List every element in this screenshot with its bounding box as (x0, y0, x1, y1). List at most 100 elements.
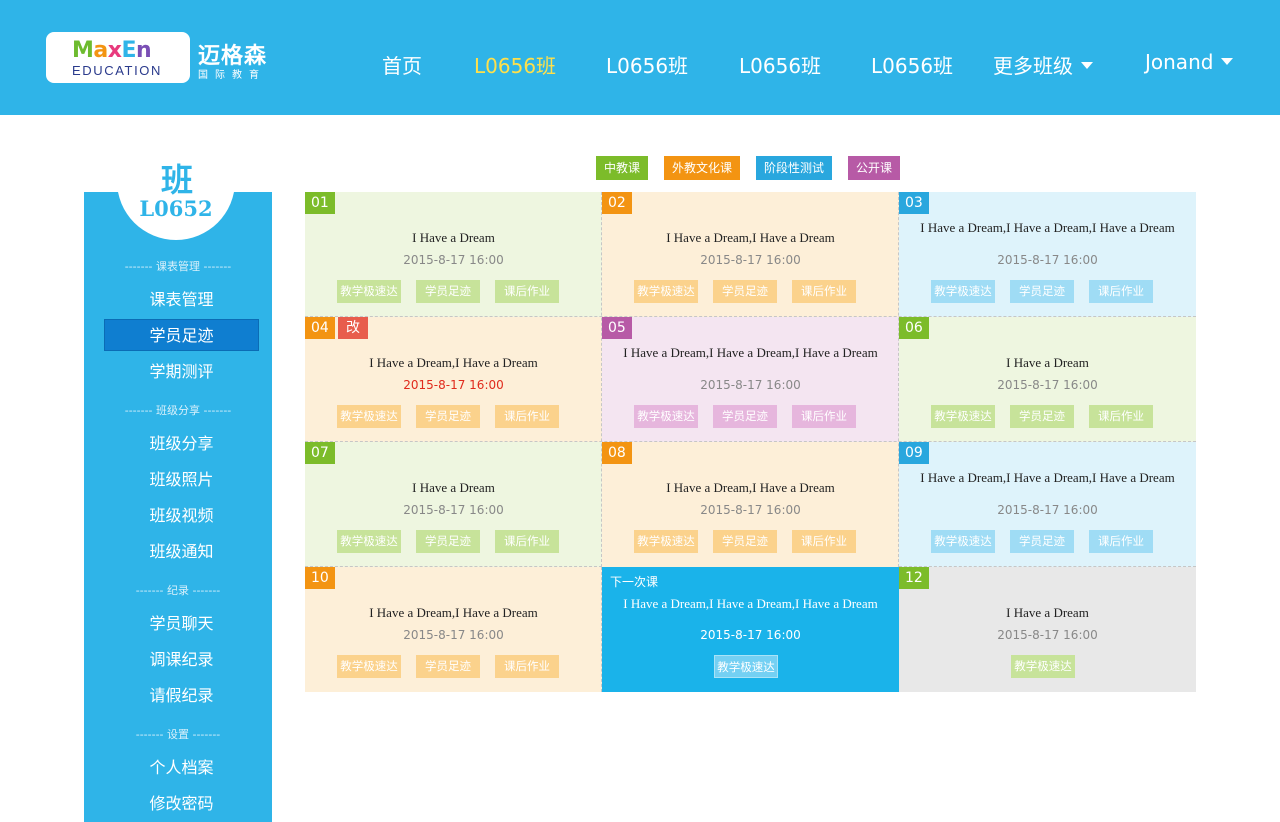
sidebar-section-title: ------- 设置 ------- (135, 728, 221, 741)
logo-letter: a (93, 38, 108, 63)
lesson-title: I Have a Dream (412, 480, 495, 495)
homework-button[interactable]: 课后作业 (495, 530, 559, 553)
sidebar-item-evaluation[interactable]: 学期测评 (104, 356, 259, 388)
chevron-down-icon (1081, 62, 1093, 69)
lesson-card[interactable]: 05 I Have a Dream,I Have a Dream,I Have … (602, 317, 899, 442)
student-footprint-button[interactable]: 学员足迹 (1010, 530, 1074, 553)
student-footprint-button[interactable]: 学员足迹 (713, 405, 777, 428)
speed-teaching-button[interactable]: 教学极速达 (634, 280, 698, 303)
student-footprint-button[interactable]: 学员足迹 (713, 280, 777, 303)
sidebar-item-footprint[interactable]: 学员足迹 (104, 319, 259, 351)
legend-stage-test: 阶段性测试 (756, 156, 833, 180)
nav-user-menu[interactable]: Jonand (1145, 50, 1234, 74)
sidebar-item-password[interactable]: 修改密码 (104, 788, 259, 820)
speed-teaching-button[interactable]: 教学极速达 (337, 405, 401, 428)
sidebar-item-profile[interactable]: 个人档案 (104, 752, 259, 784)
chevron-down-icon (1221, 58, 1234, 65)
sidebar-item-schedule[interactable]: 课表管理 (104, 284, 259, 316)
student-footprint-button[interactable]: 学员足迹 (1010, 405, 1074, 428)
lesson-card[interactable]: 06 I Have a Dream 2015-8-17 16:00 教学极速达 … (899, 317, 1196, 442)
lesson-card[interactable]: 07 I Have a Dream 2015-8-17 16:00 教学极速达 … (305, 442, 602, 567)
homework-button[interactable]: 课后作业 (1089, 405, 1153, 428)
legend-foreign-culture-class: 外教文化课 (664, 156, 741, 180)
speed-teaching-button[interactable]: 教学极速达 (931, 530, 995, 553)
grid-divider (898, 192, 899, 567)
user-name: Jonand (1145, 50, 1214, 74)
homework-button[interactable]: 课后作业 (495, 405, 559, 428)
student-footprint-button[interactable]: 学员足迹 (416, 655, 480, 678)
lesson-date: 2015-8-17 16:00 (700, 253, 801, 267)
logo[interactable]: MaxEn EDUCATION (46, 32, 190, 83)
lesson-card[interactable]: 01 I Have a Dream 2015-8-17 16:00 教学极速达 … (305, 192, 602, 317)
grid-divider (305, 316, 1196, 317)
speed-teaching-button[interactable]: 教学极速达 (634, 405, 698, 428)
lesson-card[interactable]: 09 I Have a Dream,I Have a Dream,I Have … (899, 442, 1196, 567)
nav-home[interactable]: 首页 (382, 50, 422, 79)
logo-letter: n (136, 38, 152, 63)
lesson-title: I Have a Dream,I Have a Dream,I Have a D… (920, 470, 1175, 485)
lesson-card[interactable]: 10 I Have a Dream,I Have a Dream 2015-8-… (305, 567, 602, 692)
nav-class-1[interactable]: L0656班 (474, 50, 556, 79)
speed-teaching-button[interactable]: 教学极速达 (337, 280, 401, 303)
student-footprint-button[interactable]: 学员足迹 (1010, 280, 1074, 303)
nav-class-2[interactable]: L0656班 (606, 50, 688, 79)
lesson-title: I Have a Dream,I Have a Dream (369, 605, 538, 620)
speed-teaching-button[interactable]: 教学极速达 (714, 655, 778, 678)
speed-teaching-button[interactable]: 教学极速达 (337, 530, 401, 553)
logo-letter: x (107, 38, 122, 63)
lesson-card[interactable]: 02 I Have a Dream,I Have a Dream 2015-8-… (602, 192, 899, 317)
student-footprint-button[interactable]: 学员足迹 (416, 530, 480, 553)
homework-button[interactable]: 课后作业 (792, 280, 856, 303)
legend-chinese-class: 中教课 (596, 156, 649, 180)
homework-button[interactable]: 课后作业 (495, 280, 559, 303)
sidebar-section-title: ------- 课表管理 ------- (124, 260, 232, 273)
nav-class-3[interactable]: L0656班 (739, 50, 821, 79)
speed-teaching-button[interactable]: 教学极速达 (337, 655, 401, 678)
homework-button[interactable]: 课后作业 (792, 530, 856, 553)
logo-letter: E (121, 38, 136, 63)
lesson-number: 08 (602, 442, 632, 464)
lesson-number: 01 (305, 192, 335, 214)
sidebar-item-chat[interactable]: 学员聊天 (104, 608, 259, 640)
student-footprint-button[interactable]: 学员足迹 (416, 405, 480, 428)
lesson-card[interactable]: 08 I Have a Dream,I Have a Dream 2015-8-… (602, 442, 899, 567)
sidebar-item-class-notices[interactable]: 班级通知 (104, 536, 259, 568)
nav-more-classes[interactable]: 更多班级 (993, 50, 1093, 79)
homework-button[interactable]: 课后作业 (792, 405, 856, 428)
sidebar-item-class-share[interactable]: 班级分享 (104, 428, 259, 460)
speed-teaching-button[interactable]: 教学极速达 (1011, 655, 1075, 678)
homework-button[interactable]: 课后作业 (1089, 530, 1153, 553)
lesson-date: 2015-8-17 16:00 (997, 253, 1098, 267)
student-footprint-button[interactable]: 学员足迹 (416, 280, 480, 303)
badge-title: 班 (160, 161, 193, 199)
sidebar-item-class-photos[interactable]: 班级照片 (104, 464, 259, 496)
speed-teaching-button[interactable]: 教学极速达 (634, 530, 698, 553)
grid-divider (305, 566, 602, 567)
student-footprint-button[interactable]: 学员足迹 (713, 530, 777, 553)
lesson-title: I Have a Dream (412, 230, 495, 245)
lesson-title: I Have a Dream,I Have a Dream (369, 355, 538, 370)
lesson-date: 2015-8-17 16:00 (403, 378, 504, 392)
logo-sub: EDUCATION (72, 63, 162, 78)
lesson-title: I Have a Dream (1006, 355, 1089, 370)
speed-teaching-button[interactable]: 教学极速达 (931, 405, 995, 428)
badge-class-code: L0652 (139, 196, 213, 221)
lesson-card[interactable]: 03 I Have a Dream,I Have a Dream,I Have … (899, 192, 1196, 317)
lesson-date: 2015-8-17 16:00 (997, 628, 1098, 642)
lesson-number: 09 (899, 442, 929, 464)
sidebar-item-leave-log[interactable]: 请假纪录 (104, 680, 259, 712)
lesson-date: 2015-8-17 16:00 (997, 378, 1098, 392)
nav-class-4[interactable]: L0656班 (871, 50, 953, 79)
next-lesson-card[interactable]: 下一次课 I Have a Dream,I Have a Dream,I Hav… (602, 567, 899, 692)
lesson-card[interactable]: 04 改 I Have a Dream,I Have a Dream 2015-… (305, 317, 602, 442)
speed-teaching-button[interactable]: 教学极速达 (931, 280, 995, 303)
lesson-card[interactable]: 12 I Have a Dream 2015-8-17 16:00 教学极速达 (899, 567, 1196, 692)
homework-button[interactable]: 课后作业 (495, 655, 559, 678)
lesson-title: I Have a Dream,I Have a Dream,I Have a D… (623, 596, 878, 611)
homework-button[interactable]: 课后作业 (1089, 280, 1153, 303)
sidebar-item-class-videos[interactable]: 班级视频 (104, 500, 259, 532)
legend-open-class: 公开课 (848, 156, 901, 180)
grid-divider (899, 566, 1196, 567)
lesson-number: 12 (899, 567, 929, 589)
sidebar-item-reschedule-log[interactable]: 调课纪录 (104, 644, 259, 676)
